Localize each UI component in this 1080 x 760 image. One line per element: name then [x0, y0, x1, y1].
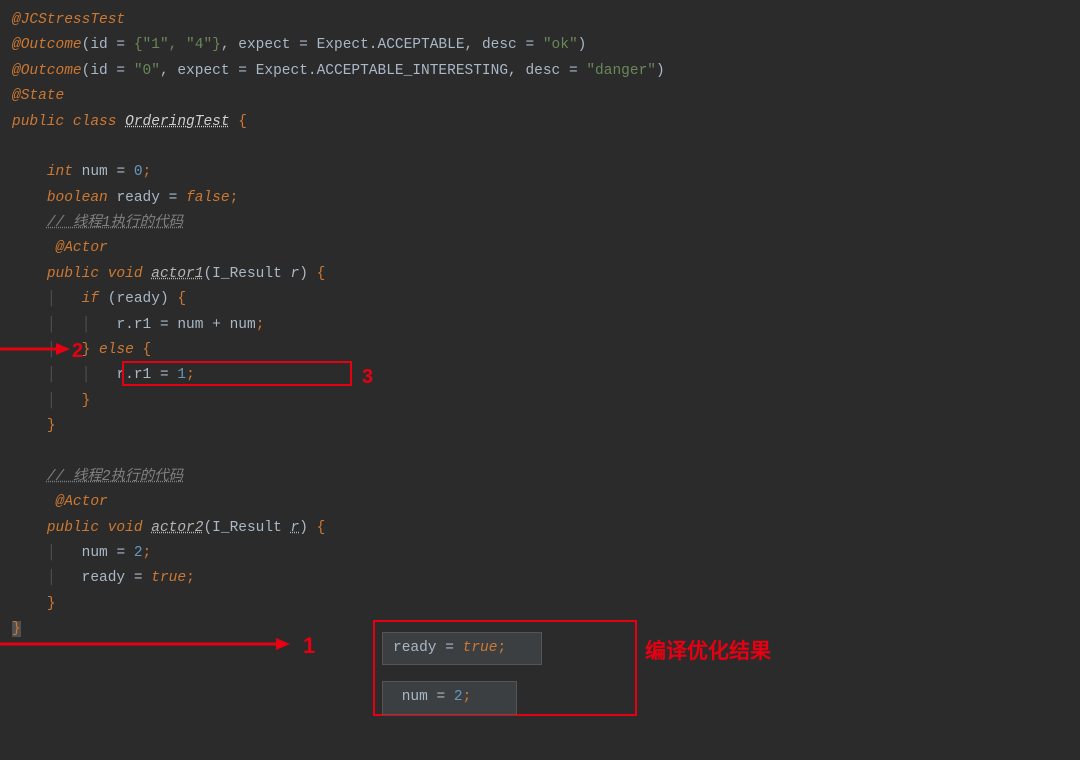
- code-line[interactable]: public void actor1(I_Result r) {: [12, 262, 1080, 287]
- code-line[interactable]: [12, 135, 1080, 160]
- code-line[interactable]: @Outcome(id = {"1", "4"}, expect = Expec…: [12, 33, 1080, 58]
- code-line[interactable]: @Actor: [12, 490, 1080, 515]
- annotation-label-1: 1: [303, 627, 315, 666]
- code-line[interactable]: @Outcome(id = "0", expect = Expect.ACCEP…: [12, 59, 1080, 84]
- annotation-jcstresstest: @JCStressTest: [12, 12, 125, 28]
- optimized-line-2: num = 2;: [382, 681, 517, 714]
- method-actor1: actor1: [151, 266, 203, 282]
- code-line[interactable]: }: [12, 414, 1080, 439]
- annotation-label-optimized: 编译优化结果: [645, 634, 771, 671]
- code-line[interactable]: @Actor: [12, 236, 1080, 261]
- annotation-outcome: @Outcome: [12, 37, 82, 53]
- code-line[interactable]: │ num = 2;: [12, 541, 1080, 566]
- class-name: OrderingTest: [125, 114, 229, 130]
- code-line[interactable]: @JCStressTest: [12, 8, 1080, 33]
- annotation-actor: @Actor: [56, 494, 108, 510]
- comment: // 线程2执行的代码: [47, 469, 183, 485]
- annotation-state: @State: [12, 88, 64, 104]
- code-line[interactable]: │ ready = true;: [12, 566, 1080, 591]
- code-line[interactable]: int num = 0;: [12, 160, 1080, 185]
- code-line[interactable]: │ } else {: [12, 338, 1080, 363]
- code-line[interactable]: // 线程2执行的代码: [12, 465, 1080, 490]
- code-line[interactable]: public void actor2(I_Result r) {: [12, 516, 1080, 541]
- annotation-label-2: 2: [72, 334, 83, 369]
- cursor-position: }: [12, 621, 21, 637]
- comment: // 线程1执行的代码: [47, 215, 183, 231]
- optimized-line-1: ready = true;: [382, 632, 542, 665]
- annotation-actor: @Actor: [56, 240, 108, 256]
- code-line[interactable]: }: [12, 617, 1080, 642]
- code-line[interactable]: │ │ r.r1 = 1;: [12, 363, 1080, 388]
- code-line[interactable]: public class OrderingTest {: [12, 110, 1080, 135]
- code-line[interactable]: // 线程1执行的代码: [12, 211, 1080, 236]
- code-line[interactable]: @State: [12, 84, 1080, 109]
- code-line[interactable]: [12, 439, 1080, 464]
- code-line[interactable]: │ }: [12, 389, 1080, 414]
- code-line[interactable]: │ │ r.r1 = num + num;: [12, 313, 1080, 338]
- annotation-outcome: @Outcome: [12, 63, 82, 79]
- code-line[interactable]: │ if (ready) {: [12, 287, 1080, 312]
- optimized-code-panel: ready = true; num = 2;: [382, 632, 542, 715]
- code-line[interactable]: }: [12, 592, 1080, 617]
- annotation-label-3: 3: [362, 360, 373, 395]
- code-editor[interactable]: @JCStressTest @Outcome(id = {"1", "4"}, …: [12, 8, 1080, 642]
- code-line[interactable]: boolean ready = false;: [12, 186, 1080, 211]
- method-actor2: actor2: [151, 520, 203, 536]
